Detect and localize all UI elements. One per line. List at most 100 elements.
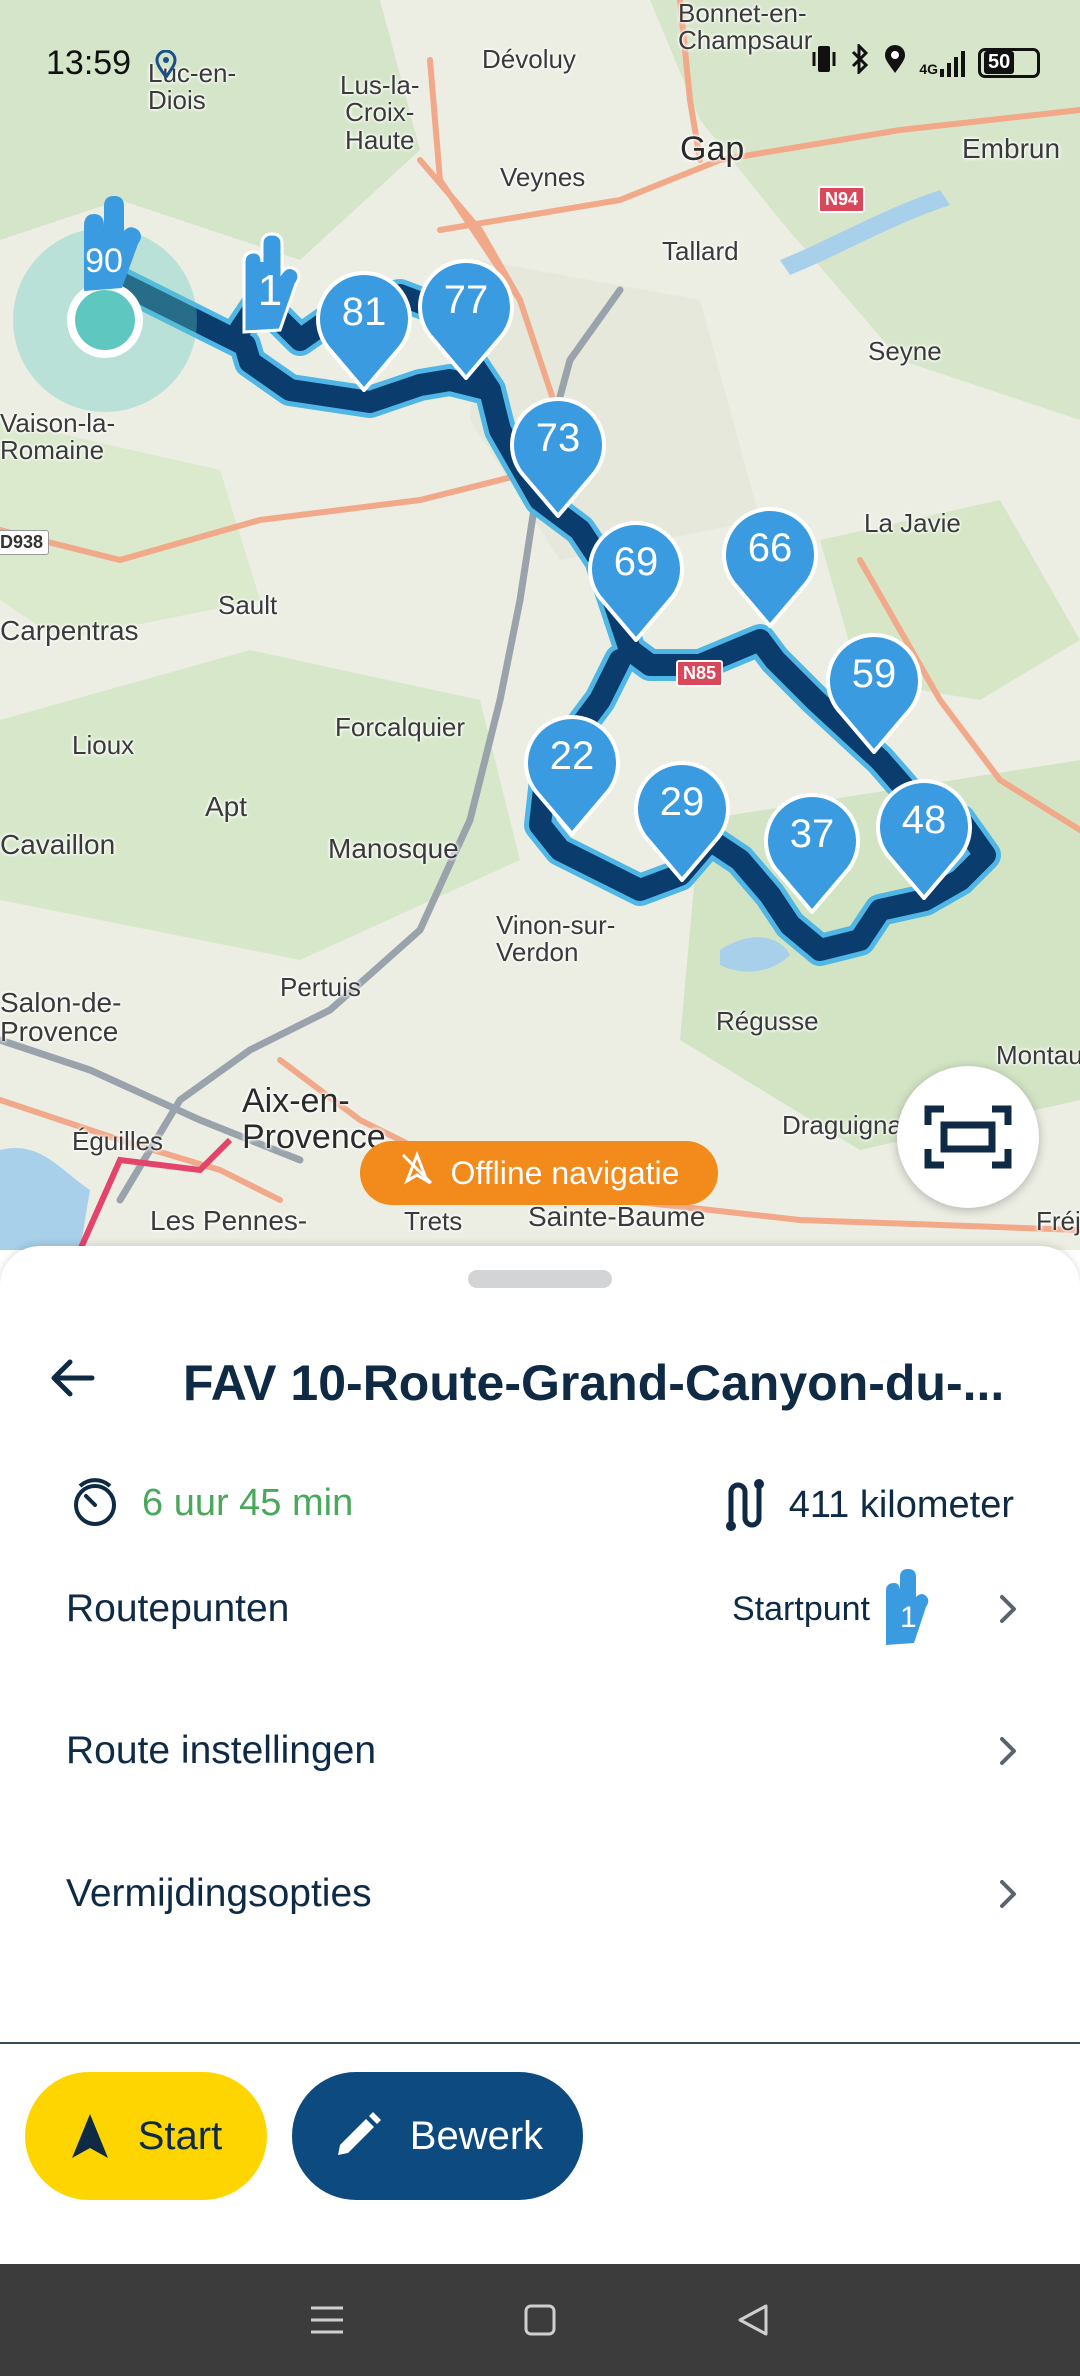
drag-handle[interactable] [468,1270,612,1288]
edit-label: Bewerk [409,2113,544,2158]
waypoint-marker[interactable]: 73 [504,394,612,518]
start-navigation-button[interactable]: Start [25,2072,267,2200]
place-label: Fréjus [1036,1206,1080,1236]
waypoint-marker[interactable]: 77 [412,256,520,380]
place-label: Sault [218,590,278,620]
waypoint-marker[interactable]: 22 [518,712,626,836]
waypoint-marker[interactable]: 81 [310,268,418,392]
route-duration: 6 uur 45 min [70,1478,353,1528]
marker-number: 77 [443,278,489,322]
marker-number: 1 [257,266,283,315]
marker-number: 22 [549,734,595,778]
waypoint-marker[interactable]: 37 [758,790,866,914]
road-badge: D938 [0,530,50,555]
place-label: Vaison-la- Romaine [0,408,116,466]
status-time: 13:59 [46,44,132,82]
place-label: Forcalquier [335,712,466,742]
chevron-right-icon [988,1874,1028,1914]
edit-route-button[interactable]: Bewerk [292,2072,583,2200]
place-label: Salon-de- Provence [0,987,122,1048]
marker-number: 37 [789,812,835,856]
divider [0,2042,1080,2044]
route-settings-label: Route instellingen [66,1729,377,1772]
routepunten-row[interactable]: Routepunten Startpunt 1 [0,1549,1080,1669]
marker-number: 73 [535,416,581,460]
waypoint-marker[interactable]: 29 [628,758,736,882]
location-status-icon [883,44,907,81]
chevron-right-icon [988,1589,1028,1629]
routepunten-label: Routepunten [66,1587,290,1630]
marker-number: 29 [659,780,705,824]
start-label: Start [137,2113,223,2158]
timer-icon [74,1478,116,1526]
place-label: Les Pennes- [150,1205,308,1236]
routepunten-value: Startpunt [732,1589,870,1628]
vibrate-icon [811,44,837,81]
fit-route-button[interactable] [897,1066,1039,1208]
place-label: Régusse [716,1006,819,1036]
waypoint-marker-end[interactable]: 90 [64,196,154,320]
place-label: Cavaillon [0,829,116,860]
route-distance-icon [725,1479,764,1531]
place-label: La Javie [864,508,961,538]
battery-icon: 50 [978,47,1040,78]
marker-number: 90 [85,242,123,280]
marker-number: 59 [851,652,897,696]
location-icon [155,49,177,83]
route-title: FAV 10-Route-Grand-Canyon-du-... [183,1355,1005,1411]
place-label: Seyne [868,336,942,366]
waypoint-marker[interactable]: 69 [582,518,690,642]
offline-navigation-badge[interactable]: Offline navigatie [360,1141,718,1205]
place-label: Éguilles [72,1126,164,1156]
route-settings-row[interactable]: Route instellingen [0,1691,1080,1811]
pencil-icon [337,2112,381,2155]
place-label: Gap [680,130,745,168]
home-square-icon [524,2304,556,2336]
place-label: Montauroux [996,1040,1080,1070]
route-details-sheet: FAV 10-Route-Grand-Canyon-du-... 6 uur 4… [0,1246,1080,2264]
home-nav-button[interactable] [510,2290,570,2350]
duration-text: 6 uur 45 min [142,1481,354,1524]
place-label: Veynes [500,162,586,192]
waypoint-marker[interactable]: 48 [870,776,978,900]
bluetooth-icon [849,42,871,81]
place-label: Apt [205,791,248,822]
system-navigation-bar [0,2264,1080,2376]
marker-number: 48 [901,798,947,842]
avoidance-options-label: Vermijdingsopties [66,1872,372,1915]
waypoint-marker[interactable]: 59 [820,630,928,754]
status-bar: 13:59 4G 50 [0,0,1080,130]
place-label: Sainte-Baume [528,1201,706,1232]
route-distance: 411 kilometer [723,1478,1014,1532]
status-icons: 4G 50 [811,42,1040,81]
place-label: Tallard [662,236,739,266]
avoidance-options-row[interactable]: Vermijdingsopties [0,1834,1080,1954]
back-button[interactable] [40,1346,104,1410]
place-label: Embrun [962,133,1061,164]
route-map[interactable]: Luc-en- Diois Lus-la- Croix- Haute Dévol… [0,0,1080,1250]
place-label: Carpentras [0,615,139,646]
place-label: Aix-en- Provence [242,1082,386,1156]
offline-navigation-label: Offline navigatie [450,1154,680,1191]
back-triangle-icon [738,2304,768,2336]
back-nav-button[interactable] [723,2290,783,2350]
back-arrow-icon [51,1359,95,1397]
place-label: Manosque [328,833,459,864]
start-hand-icon: 1 [874,1569,930,1654]
place-label: Lioux [72,730,135,760]
offline-navigation-icon [399,1150,435,1195]
place-label: Pertuis [280,972,361,1002]
signal-icon: 4G [919,49,966,77]
chevron-right-icon [988,1731,1028,1771]
place-label: Trets [404,1206,463,1236]
distance-text: 411 kilometer [788,1483,1014,1526]
place-label: Vinon-sur- Verdon [496,910,616,968]
waypoint-marker[interactable]: 66 [716,504,824,628]
fit-screen-icon [924,1105,1012,1169]
road-badge: N94 [818,186,866,213]
menu-nav-button[interactable] [297,2290,357,2350]
waypoint-marker-start[interactable]: 1 [222,232,312,356]
svg-text:1: 1 [900,1601,917,1634]
marker-number: 69 [613,540,659,584]
menu-icon [310,2306,343,2334]
